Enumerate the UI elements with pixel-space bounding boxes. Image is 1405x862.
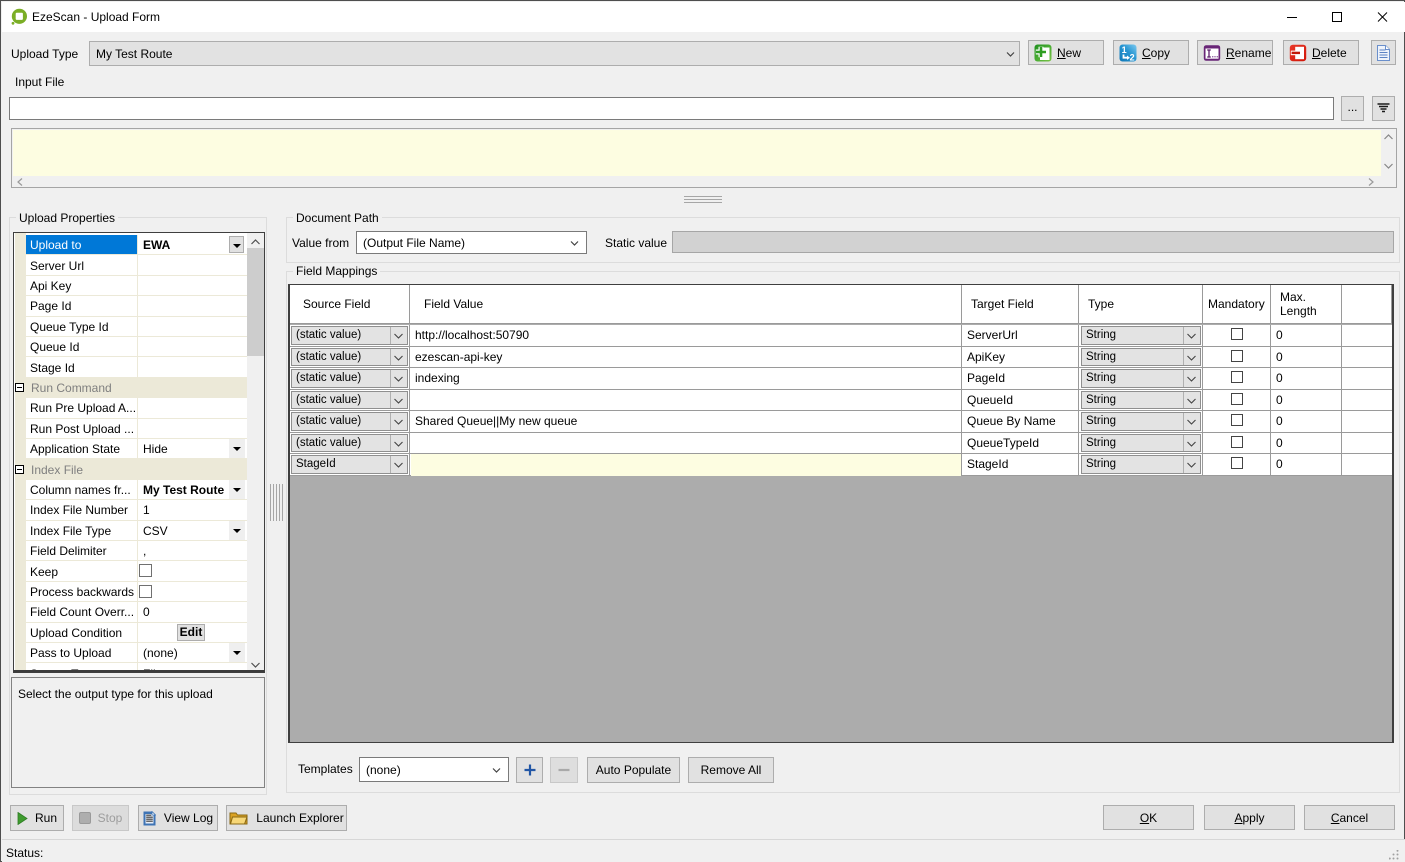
svg-text:1: 1	[1122, 45, 1127, 55]
svg-text:2: 2	[1130, 52, 1135, 62]
